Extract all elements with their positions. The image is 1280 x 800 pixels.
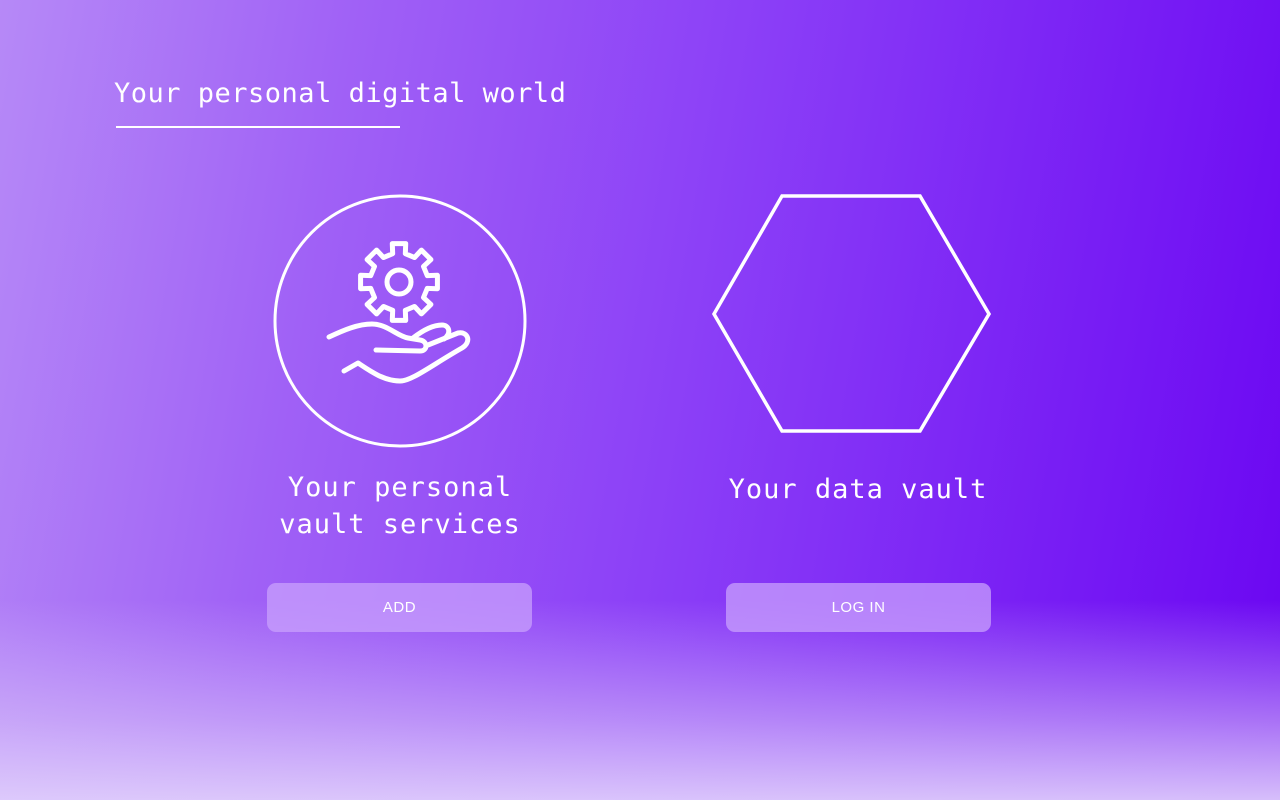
- data-vault-emblem: [698, 193, 1018, 449]
- personal-vault-emblem: [240, 193, 560, 449]
- hand-gear-icon: [273, 194, 527, 448]
- data-vault-label: Your data vault: [728, 474, 988, 505]
- title-underline: [116, 126, 400, 128]
- add-button[interactable]: ADD: [267, 583, 532, 632]
- log-in-button[interactable]: LOG IN: [726, 583, 991, 632]
- data-vault-card: Your data vault: [698, 193, 1018, 508]
- hexagon-icon: [711, 194, 992, 433]
- personal-vault-label: Your personal vault services: [279, 472, 521, 540]
- background-fade: [0, 600, 1280, 800]
- personal-vault-services-card: Your personal vault services: [240, 193, 560, 543]
- page-title: Your personal digital world: [114, 78, 567, 109]
